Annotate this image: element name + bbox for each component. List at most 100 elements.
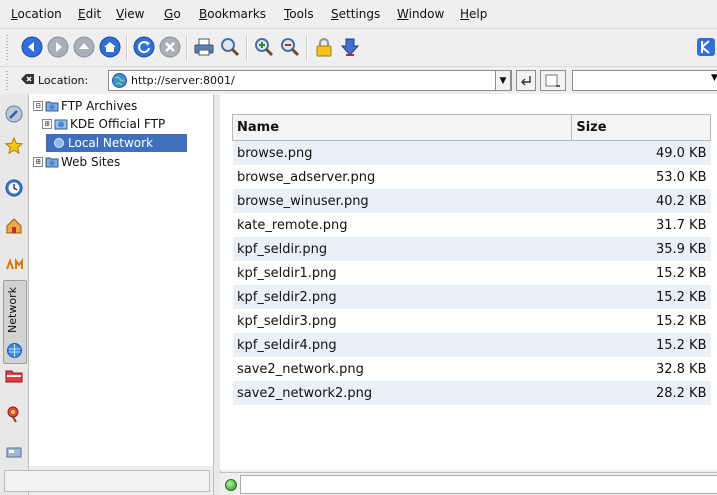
file-name: kate_remote.png bbox=[237, 217, 348, 233]
file-size: 15.2 KB bbox=[655, 313, 707, 329]
menu-settings[interactable]: Settings bbox=[331, 7, 380, 21]
file-list-view: Name Size browse.png 49.0 KB browse_adser… bbox=[220, 94, 717, 470]
file-size: 31.7 KB bbox=[655, 217, 707, 233]
menu-bar: Location Edit View Go Bookmarks Tools Se… bbox=[0, 0, 717, 28]
file-name: kpf_seldir2.png bbox=[232, 285, 572, 309]
go-button[interactable] bbox=[516, 70, 536, 91]
file-table: Name Size browse.png 49.0 KB browse_adser… bbox=[231, 114, 711, 405]
lock-icon[interactable] bbox=[312, 35, 336, 59]
file-name: kpf_seldir.png bbox=[232, 237, 572, 261]
menu-bookmarks[interactable]: Bookmarks bbox=[199, 7, 266, 21]
download-icon[interactable] bbox=[338, 35, 362, 59]
menu-go[interactable]: Go bbox=[164, 7, 181, 21]
status-bar bbox=[220, 472, 717, 495]
menu-tools[interactable]: Tools bbox=[284, 7, 314, 21]
status-indicator-icon bbox=[225, 479, 237, 491]
menu-window[interactable]: Window bbox=[397, 7, 444, 21]
media-icon[interactable] bbox=[3, 402, 25, 426]
search-dropdown-arrow[interactable]: ▼ bbox=[711, 73, 717, 83]
toolbar-separator bbox=[246, 35, 248, 61]
tree-item-label: KDE Official FTP bbox=[70, 117, 166, 131]
column-header-name[interactable]: Name bbox=[231, 114, 573, 141]
toolbar-grip[interactable] bbox=[6, 35, 8, 61]
menu-help[interactable]: Help bbox=[460, 7, 487, 21]
up-icon[interactable] bbox=[72, 35, 96, 59]
navigation-icon[interactable] bbox=[3, 102, 25, 126]
services-icon[interactable] bbox=[3, 252, 25, 276]
location-url: http://server:8001/ bbox=[131, 74, 235, 87]
file-size: 15.2 KB bbox=[571, 333, 711, 357]
expand-expander[interactable]: ⊞ bbox=[33, 157, 43, 167]
tree-item-local-network[interactable]: Local Network bbox=[52, 135, 153, 151]
status-text-field bbox=[240, 475, 717, 494]
toolbar-separator bbox=[126, 35, 128, 61]
toolbar-separator bbox=[306, 35, 308, 61]
table-row[interactable]: save2_network2.png 28.2 KB bbox=[232, 381, 711, 405]
back-icon[interactable] bbox=[20, 35, 44, 59]
file-size: 32.8 KB bbox=[655, 361, 707, 377]
file-name: kpf_seldir3.png bbox=[237, 313, 337, 329]
table-row[interactable]: kpf_seldir.png 35.9 KB bbox=[232, 237, 711, 261]
file-name: browse_adserver.png bbox=[237, 169, 376, 185]
table-row[interactable]: kpf_seldir3.png 15.2 KB bbox=[233, 309, 711, 333]
enter-arrow-icon bbox=[521, 75, 531, 85]
home-folder-icon[interactable] bbox=[3, 214, 25, 238]
collapse-expander[interactable]: ⊟ bbox=[33, 101, 43, 111]
web-folder-icon bbox=[45, 157, 59, 168]
table-row[interactable]: browse.png 49.0 KB bbox=[232, 140, 711, 165]
print-icon[interactable] bbox=[192, 35, 216, 59]
table-row[interactable]: kpf_seldir2.png 15.2 KB bbox=[232, 285, 711, 309]
column-header-size[interactable]: Size bbox=[571, 114, 711, 141]
zoom-in-icon[interactable] bbox=[252, 35, 276, 59]
menu-location[interactable]: Location bbox=[11, 7, 62, 21]
table-row[interactable]: kpf_seldir4.png 15.2 KB bbox=[232, 333, 711, 357]
location-toolbar: Location: http://server:8001/ ▼ ▼ bbox=[0, 66, 717, 96]
table-row[interactable]: kpf_seldir1.png 15.2 KB bbox=[233, 261, 711, 285]
toolbar-separator bbox=[186, 35, 188, 61]
location-input[interactable]: http://server:8001/ bbox=[108, 70, 512, 91]
location-history-dropdown[interactable]: ▼ bbox=[495, 70, 511, 91]
reload-icon[interactable] bbox=[132, 35, 156, 59]
kde-icon[interactable] bbox=[696, 35, 716, 59]
search-provider-button[interactable] bbox=[540, 70, 566, 91]
globe-icon bbox=[112, 73, 127, 91]
file-name: save2_network2.png bbox=[232, 381, 572, 405]
expand-expander[interactable]: ⊞ bbox=[42, 119, 52, 129]
zoom-out-icon[interactable] bbox=[278, 35, 302, 59]
bookmarks-icon[interactable] bbox=[3, 134, 25, 158]
file-name: kpf_seldir1.png bbox=[237, 265, 337, 281]
tree-item-label: Web Sites bbox=[61, 155, 121, 169]
special-icon[interactable] bbox=[3, 440, 25, 464]
network-tab-label: Network bbox=[6, 287, 19, 333]
tree-item-web-sites[interactable]: ⊞ Web Sites bbox=[33, 154, 120, 170]
clear-location-icon[interactable] bbox=[20, 72, 35, 90]
file-size: 40.2 KB bbox=[571, 189, 711, 213]
search-input[interactable]: ▼ bbox=[572, 70, 717, 91]
root-folder-icon[interactable] bbox=[3, 364, 25, 388]
find-icon[interactable] bbox=[218, 35, 242, 59]
tree-item-kde-official-ftp[interactable]: ⊞ KDE Official FTP bbox=[42, 116, 165, 132]
forward-icon[interactable] bbox=[46, 35, 70, 59]
ftp-site-icon bbox=[54, 119, 68, 130]
table-row[interactable]: kate_remote.png 31.7 KB bbox=[233, 213, 711, 237]
file-size: 28.2 KB bbox=[571, 381, 711, 405]
network-folder-icon bbox=[45, 101, 59, 112]
location-grip[interactable] bbox=[6, 71, 8, 91]
file-name: browse_winuser.png bbox=[232, 189, 572, 213]
table-row[interactable]: save2_network.png 32.8 KB bbox=[233, 357, 711, 381]
sidebar-tab-network[interactable]: Network bbox=[3, 280, 27, 364]
table-row[interactable]: browse_winuser.png 40.2 KB bbox=[232, 189, 711, 213]
file-size: 15.2 KB bbox=[571, 285, 711, 309]
file-size: 35.9 KB bbox=[571, 237, 711, 261]
file-name: kpf_seldir4.png bbox=[232, 333, 572, 357]
table-row[interactable]: browse_adserver.png 53.0 KB bbox=[233, 165, 711, 189]
menu-edit[interactable]: Edit bbox=[78, 7, 101, 21]
history-icon[interactable] bbox=[3, 176, 25, 200]
home-icon[interactable] bbox=[98, 35, 122, 59]
file-name: browse.png bbox=[232, 140, 572, 165]
menu-view[interactable]: View bbox=[116, 7, 144, 21]
tree-item-ftp-archives[interactable]: ⊟ FTP Archives bbox=[33, 98, 137, 114]
local-network-icon bbox=[54, 138, 64, 148]
stop-icon[interactable] bbox=[158, 35, 182, 59]
tree-item-label: Local Network bbox=[68, 136, 154, 150]
